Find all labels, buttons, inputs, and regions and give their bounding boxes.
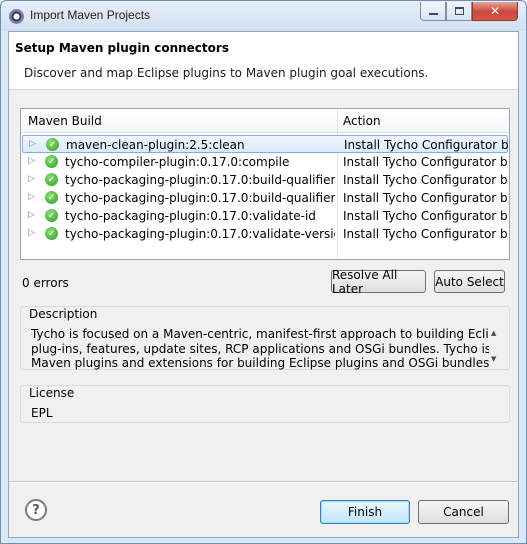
table-row[interactable]: ▷ ✓ tycho-packaging-plugin:0.17.0:build-…: [22, 189, 508, 207]
maven-build-cell: tycho-packaging-plugin:0.17.0:build-qual…: [65, 191, 335, 205]
action-cell[interactable]: Install Tycho Configurator br...: [343, 191, 508, 205]
expand-arrow-icon[interactable]: ▷: [28, 210, 35, 220]
table-row[interactable]: ▷ ✓ maven-clean-plugin:2.5:clean Install…: [22, 135, 509, 153]
table-header: Maven Build Action: [21, 109, 509, 133]
maven-build-table: Maven Build Action ▷ ✓ maven-clean-plugi…: [20, 108, 510, 260]
title-bar[interactable]: Import Maven Projects ✕: [1, 1, 526, 31]
eclipse-icon: [9, 9, 24, 24]
finish-button[interactable]: Finish: [320, 500, 410, 524]
description-group: Description Tycho is focused on a Maven-…: [20, 306, 510, 370]
close-button[interactable]: ✕: [472, 2, 518, 21]
cancel-button[interactable]: Cancel: [418, 500, 509, 524]
green-check-icon: ✓: [45, 209, 58, 222]
green-check-icon: ✓: [46, 138, 59, 151]
minimize-button[interactable]: [420, 2, 446, 21]
import-maven-projects-window: Import Maven Projects ✕ Setup Maven plug…: [0, 0, 527, 544]
expand-arrow-icon[interactable]: ▷: [29, 139, 36, 149]
green-check-icon: ✓: [45, 191, 58, 204]
green-check-icon: ✓: [45, 227, 58, 240]
window-title: Import Maven Projects: [30, 8, 151, 22]
description-line: Tycho is focused on a Maven-centric, man…: [31, 327, 489, 341]
column-header-maven-build[interactable]: Maven Build: [28, 114, 102, 128]
help-icon[interactable]: ?: [25, 499, 47, 521]
green-check-icon: ✓: [45, 173, 58, 186]
page-title: Setup Maven plugin connectors: [15, 41, 229, 55]
license-group: License EPL: [20, 385, 510, 423]
error-count: 0 errors: [22, 276, 69, 290]
description-line: Maven plugins and extensions for buildin…: [31, 356, 489, 370]
table-row[interactable]: ▷ ✓ tycho-packaging-plugin:0.17.0:valida…: [22, 225, 508, 243]
expand-arrow-icon[interactable]: ▷: [28, 192, 35, 202]
maven-build-cell: tycho-packaging-plugin:0.17.0:validate-v…: [65, 227, 335, 241]
scroll-down-arrow-icon[interactable]: ▼: [491, 355, 496, 363]
button-bar-separator: [9, 481, 518, 483]
expand-arrow-icon[interactable]: ▷: [28, 156, 35, 166]
scroll-up-arrow-icon[interactable]: ▲: [491, 329, 496, 337]
maven-build-cell: tycho-packaging-plugin:0.17.0:validate-i…: [65, 209, 316, 223]
maximize-button[interactable]: [446, 2, 472, 21]
close-icon: ✕: [489, 4, 501, 18]
license-value: EPL: [31, 406, 53, 420]
action-cell[interactable]: Install Tycho Configurator br...: [343, 227, 508, 241]
wizard-header: Setup Maven plugin connectors Discover a…: [9, 32, 518, 90]
page-description: Discover and map Eclipse plugins to Mave…: [24, 66, 429, 80]
table-row[interactable]: ▷ ✓ tycho-packaging-plugin:0.17.0:valida…: [22, 207, 508, 225]
action-cell[interactable]: Install Tycho Configurator br...: [343, 155, 508, 169]
action-cell[interactable]: Install Tycho Configurator br...: [343, 173, 508, 187]
maven-build-cell: tycho-packaging-plugin:0.17.0:build-qual…: [65, 173, 335, 187]
expand-arrow-icon[interactable]: ▷: [28, 228, 35, 238]
action-cell[interactable]: Install Tycho Configurator br...: [343, 209, 508, 223]
auto-select-button[interactable]: Auto Select: [434, 270, 505, 293]
maximize-icon: [454, 7, 464, 15]
action-cell[interactable]: Install Tycho Configurator br...: [344, 138, 509, 152]
license-label: License: [29, 386, 75, 400]
minimize-icon: [428, 13, 438, 15]
maven-build-cell: maven-clean-plugin:2.5:clean: [66, 138, 245, 152]
maven-build-cell: tycho-compiler-plugin:0.17.0:compile: [65, 155, 290, 169]
table-row[interactable]: ▷ ✓ tycho-packaging-plugin:0.17.0:build-…: [22, 171, 508, 189]
table-row[interactable]: ▷ ✓ tycho-compiler-plugin:0.17.0:compile…: [22, 153, 508, 171]
description-line: plug-ins, features, update sites, RCP ap…: [31, 341, 489, 356]
description-label: Description: [29, 307, 98, 321]
green-check-icon: ✓: [45, 155, 58, 168]
dialog-client-area: Setup Maven plugin connectors Discover a…: [8, 31, 519, 538]
expand-arrow-icon[interactable]: ▷: [28, 174, 35, 184]
description-text[interactable]: Tycho is focused on a Maven-centric, man…: [31, 327, 489, 371]
column-divider[interactable]: [337, 109, 338, 133]
resolve-all-later-button[interactable]: Resolve All Later: [331, 268, 426, 296]
column-header-action[interactable]: Action: [343, 114, 381, 128]
